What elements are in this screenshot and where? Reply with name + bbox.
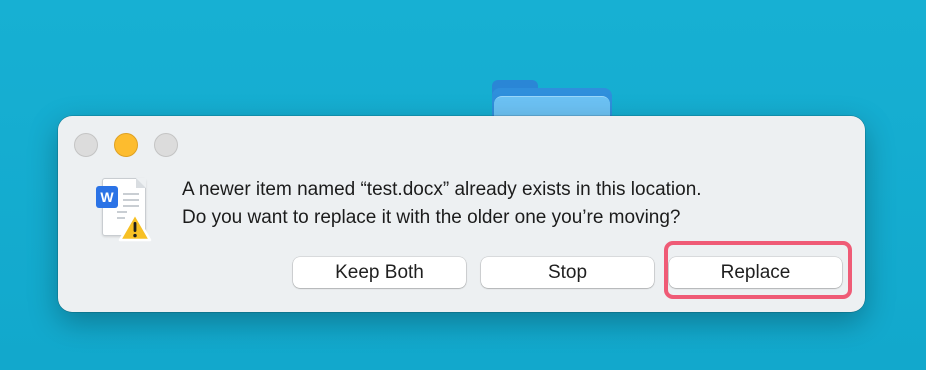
word-badge: W [96,186,118,208]
message-line-1: A newer item named “test.docx” already e… [182,179,702,200]
word-document-icon: W [96,176,158,246]
dialog-message: A newer item named “test.docx” already e… [182,176,852,232]
keep-both-button[interactable]: Keep Both [293,257,466,288]
warning-icon [118,212,152,242]
close-window-button[interactable] [74,133,98,157]
message-line-2: Do you want to replace it with the older… [182,207,681,228]
minimize-window-button[interactable] [114,133,138,157]
stop-button[interactable]: Stop [481,257,654,288]
zoom-window-button[interactable] [154,133,178,157]
replace-button-highlight [664,241,852,299]
